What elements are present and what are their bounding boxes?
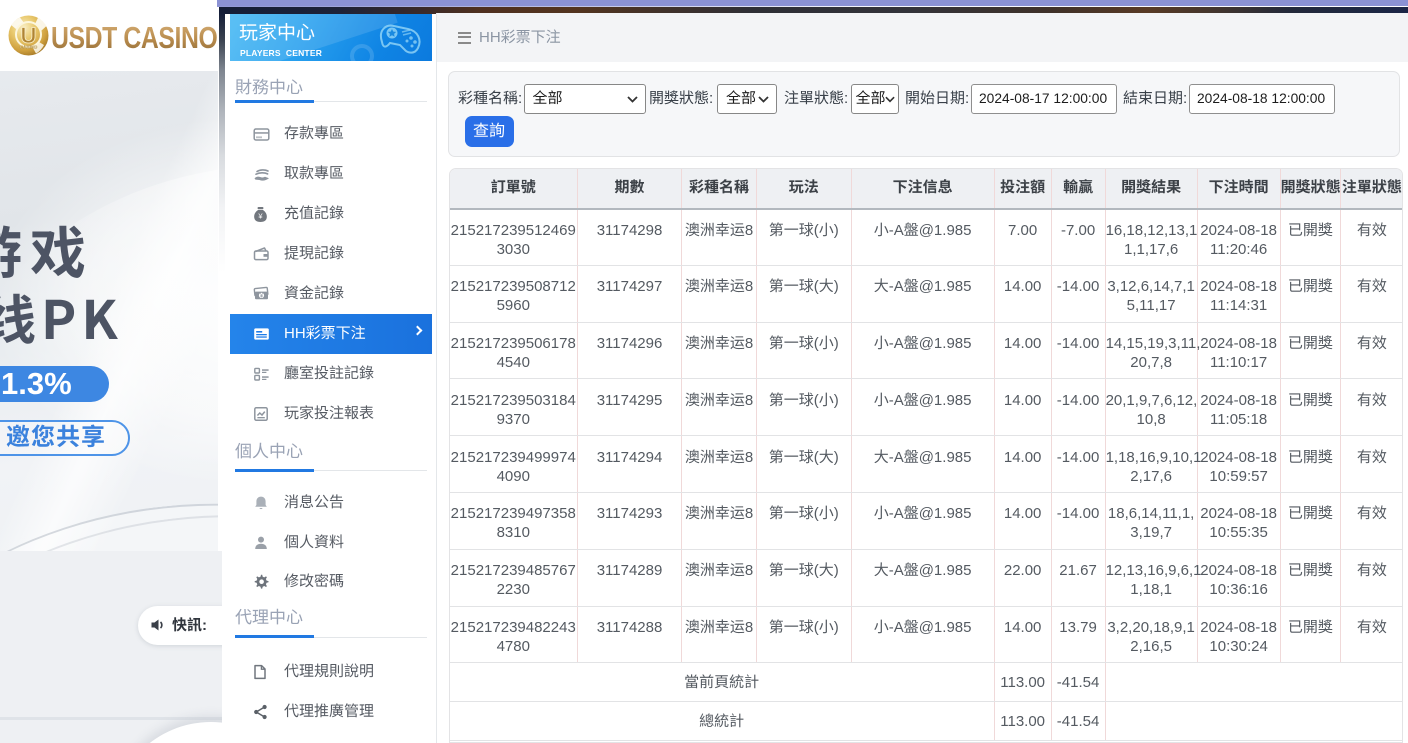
svg-text:CASINO: CASINO (20, 45, 38, 50)
